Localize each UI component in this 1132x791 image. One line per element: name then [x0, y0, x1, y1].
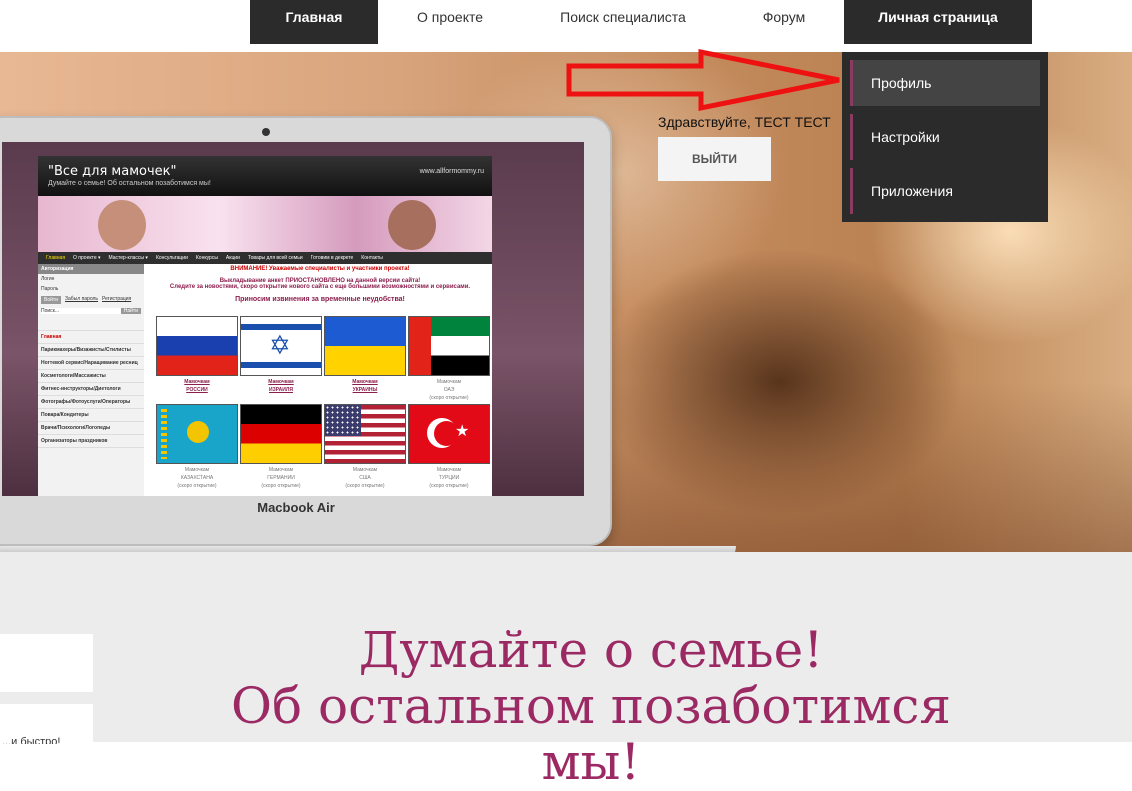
site-enter-button: Войти — [41, 296, 61, 304]
site-side-item: Фотографы/Фотоуслуги/Операторы — [38, 396, 144, 409]
flag-cell-kazakhstan: Мамочкам КАЗАХСТАНА (скоро открытие) — [156, 404, 238, 490]
site-side-item: Главная — [38, 331, 144, 344]
flag-caption: Мамочкам УКРАИНЫ — [352, 379, 378, 393]
nav-item-personal-page[interactable]: Личная страница — [844, 0, 1032, 44]
slogan-section: ...и быстро! Думайте о семье! Об остальн… — [0, 552, 1132, 790]
laptop-model-label: Macbook Air — [257, 500, 335, 515]
site-menu-item: Главная — [46, 255, 66, 261]
site-menu: Главная О проекте ▾ Мастер-классы ▾ Конс… — [38, 252, 492, 264]
site-side-item: Врачи/Психологи/Логопеды — [38, 422, 144, 435]
site-menu-item: Товары для всей семьи — [247, 255, 303, 261]
site-menu-item: Консультации — [155, 255, 188, 261]
site-url: www.allformommy.ru — [419, 168, 484, 175]
flag-cell-turkey: ★ Мамочкам ТУРЦИИ (скоро открытие) — [408, 404, 490, 490]
slogan: Думайте о семье! Об остальном позаботимс… — [178, 622, 1004, 790]
site-auth-actions: Войти Забыл пароль Регистрация — [38, 294, 144, 306]
uae-flag-icon — [408, 316, 490, 376]
russia-flag-icon — [156, 316, 238, 376]
side-panel-text: ...и быстро! — [2, 736, 61, 744]
user-greeting: Здравствуйте, ТЕСТ ТЕСТ — [658, 114, 831, 130]
woman-photo — [388, 200, 436, 250]
site-side-item: Ногтевой сервис/Наращивание ресниц — [38, 357, 144, 370]
flag-caption: Мамочкам РОССИИ — [184, 379, 210, 393]
kazakhstan-flag-icon — [156, 404, 238, 464]
site-title: "Все для мамочек" — [48, 164, 177, 179]
site-side-item: Фитнес-инструкторы/Диетологи — [38, 383, 144, 396]
site-banner-image — [38, 196, 492, 252]
logout-button[interactable]: ВЫЙТИ — [658, 137, 771, 181]
nav-item-search-specialist[interactable]: Поиск специалиста — [522, 0, 724, 44]
personal-page-dropdown: Профиль Настройки Приложения — [842, 52, 1048, 222]
flag-caption: Мамочкам ИЗРАИЛЯ — [268, 379, 294, 393]
flag-cell-uae: Мамочкам ОАЭ (скоро открытие) — [408, 316, 490, 402]
dropdown-item-applications[interactable]: Приложения — [850, 168, 1040, 214]
dropdown-item-profile[interactable]: Профиль — [850, 60, 1040, 106]
site-login-label: Логин — [41, 276, 55, 282]
flag-cell-israel: ✡ Мамочкам ИЗРАИЛЯ — [240, 316, 322, 402]
usa-flag-icon — [324, 404, 406, 464]
site-menu-item: О проекте ▾ — [73, 255, 101, 261]
site-menu-item: Контакты — [361, 255, 383, 261]
site-side-item: Организаторы праздников — [38, 435, 144, 448]
side-panel: ...и быстро! — [0, 704, 93, 744]
laptop-mockup: "Все для мамочек" Думайте о семье! Об ос… — [0, 116, 612, 546]
flag-cell-russia: Мамочкам РОССИИ — [156, 316, 238, 402]
top-navigation: Главная О проекте Поиск специалиста Фору… — [0, 0, 1132, 52]
nav-item-forum[interactable]: Форум — [724, 0, 844, 44]
site-side-item: Парикмахеры/Визажисты/Стилисты — [38, 344, 144, 357]
site-sidebar: Авторизация Логин Пароль Войти Забыл пар… — [38, 264, 144, 496]
flag-cell-usa: Мамочкам США (скоро открытие) — [324, 404, 406, 490]
camera-icon — [262, 128, 270, 136]
site-menu-item: Конкурсы — [195, 255, 218, 261]
site-auth-title: Авторизация — [38, 264, 144, 274]
slogan-line-1: Думайте о семье! — [358, 621, 824, 679]
site-body: Авторизация Логин Пароль Войти Забыл пар… — [38, 264, 492, 496]
ukraine-flag-icon — [324, 316, 406, 376]
site-search-row: Поиск... Найти — [38, 306, 144, 316]
site-notice-text: Приносим извинения за временные неудобст… — [235, 296, 405, 303]
flag-caption: Мамочкам ГЕРМАНИИ (скоро открытие) — [261, 467, 301, 489]
flag-caption: Мамочкам ОАЭ (скоро открытие) — [429, 379, 469, 401]
turkey-flag-icon: ★ — [408, 404, 490, 464]
side-panel — [0, 634, 93, 692]
site-header: "Все для мамочек" Думайте о семье! Об ос… — [38, 156, 492, 196]
site-side-item: Повара/Кондитеры — [38, 409, 144, 422]
site-password-label: Пароль — [41, 286, 59, 292]
site-register-link: Регистрация — [102, 296, 132, 302]
site-notice-text: Следите за новостями, скоро открытие нов… — [169, 284, 471, 290]
flag-caption: Мамочкам КАЗАХСТАНА (скоро открытие) — [177, 467, 217, 489]
site-menu-item: Акции — [225, 255, 240, 261]
site-search-field: Поиск... — [41, 308, 121, 314]
flag-caption: Мамочкам США (скоро открытие) — [345, 467, 385, 489]
site-forgot-link: Забыл пароль — [65, 296, 99, 302]
flag-cell-ukraine: Мамочкам УКРАИНЫ — [324, 316, 406, 402]
woman-photo — [98, 200, 146, 250]
nav-item-about[interactable]: О проекте — [378, 0, 522, 44]
site-side-item: Косметологи/Массажисты — [38, 370, 144, 383]
flag-cell-germany: Мамочкам ГЕРМАНИИ (скоро открытие) — [240, 404, 322, 490]
flag-caption: Мамочкам ТУРЦИИ (скоро открытие) — [429, 467, 469, 489]
slogan-line-2: Об остальном позаботимся мы! — [231, 677, 951, 791]
laptop-screen: "Все для мамочек" Думайте о семье! Об ос… — [2, 142, 584, 496]
site-menu-item: Мастер-классы ▾ — [108, 255, 148, 261]
site-flags-grid: Мамочкам РОССИИ ✡ Мамочкам ИЗРАИЛЯ Мамоч… — [156, 316, 490, 490]
site-auth-box: Авторизация Логин Пароль Войти Забыл пар… — [38, 264, 144, 331]
red-arrow-annotation — [566, 48, 840, 112]
website-screenshot: "Все для мамочек" Думайте о семье! Об ос… — [38, 156, 492, 496]
dropdown-item-settings[interactable]: Настройки — [850, 114, 1040, 160]
nav-item-home[interactable]: Главная — [250, 0, 378, 44]
israel-flag-icon: ✡ — [240, 316, 322, 376]
site-find-button: Найти — [120, 308, 141, 314]
site-tagline: Думайте о семье! Об остальном позаботимс… — [48, 180, 211, 187]
site-menu-item: Готовим в декрете — [310, 255, 354, 261]
site-notice-title: ВНИМАНИЕ! Уважаемые специалисты и участн… — [230, 266, 410, 272]
site-main: ВНИМАНИЕ! Уважаемые специалисты и участн… — [150, 264, 490, 489]
germany-flag-icon — [240, 404, 322, 464]
